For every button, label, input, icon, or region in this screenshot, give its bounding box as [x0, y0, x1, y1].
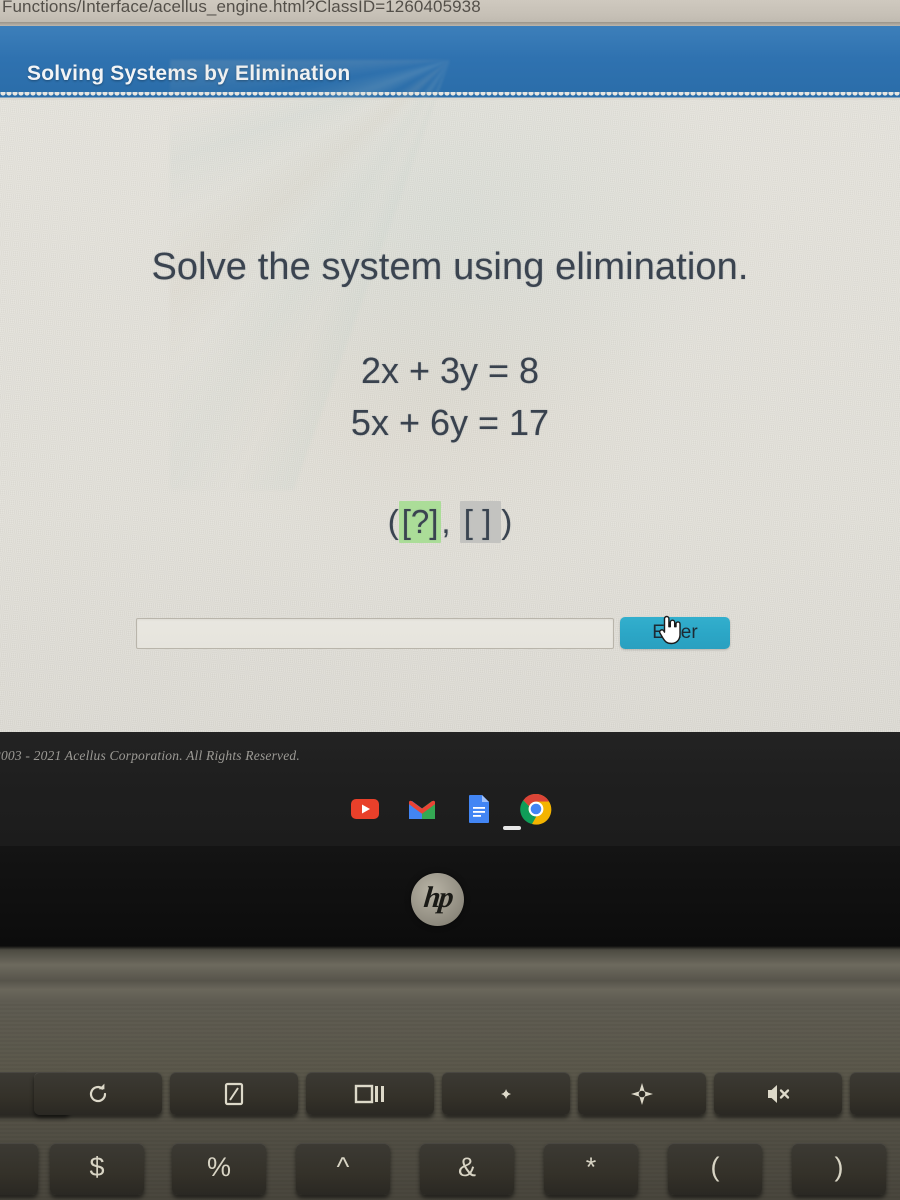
refresh-icon [89, 1083, 107, 1102]
overview-icon [354, 1084, 384, 1103]
lesson-title: Solving Systems by Elimination [27, 62, 351, 85]
refresh-key[interactable] [34, 1072, 162, 1115]
num-key-partial-left[interactable] [0, 1143, 38, 1195]
ampersand-key[interactable]: & [420, 1143, 514, 1195]
asterisk-key[interactable]: * [544, 1143, 638, 1195]
chrome-icon[interactable] [519, 792, 553, 826]
hp-logo: hp [411, 873, 464, 926]
answer-separator: , [441, 503, 451, 540]
open-paren-key-label: ( [710, 1151, 720, 1182]
mute-icon [768, 1084, 790, 1103]
equation-line-1: 2x + 3y = 8 [360, 350, 540, 391]
equation-line-2: 5x + 6y = 17 [350, 402, 550, 443]
close-paren: ) [501, 503, 513, 540]
caret-key[interactable]: ^ [296, 1143, 390, 1195]
brightness-down-key[interactable] [442, 1072, 570, 1115]
ampersand-key-label: & [457, 1151, 476, 1182]
fullscreen-icon [224, 1082, 244, 1105]
chrome-active-indicator [503, 826, 521, 830]
gmail-icon[interactable] [405, 792, 439, 826]
percent-key[interactable]: % [172, 1143, 266, 1195]
close-paren-key-label: ) [834, 1151, 844, 1182]
percent-key-label: % [206, 1151, 231, 1182]
taskbar-icon-tray [0, 786, 900, 832]
caret-key-label: ^ [336, 1151, 350, 1182]
mute-key[interactable] [714, 1072, 842, 1115]
youtube-icon[interactable] [348, 792, 382, 826]
answer-template: ([?], [ ]) [0, 501, 900, 543]
brightness-up-key[interactable] [578, 1072, 706, 1115]
screenshot-root: Functions/Interface/acellus_engine.html?… [0, 0, 900, 1200]
lesson-header-bar: Solving Systems by Elimination [0, 26, 900, 98]
asterisk-key-label: * [585, 1151, 597, 1182]
equation-system: 2x + 3y = 8 5x + 6y = 17 [0, 345, 900, 449]
open-paren-key[interactable]: ( [668, 1143, 762, 1195]
answer-blank-inactive[interactable]: [ ] [459, 501, 502, 543]
question-prompt: Solve the system using elimination. [151, 246, 749, 288]
dollar-key-label: $ [89, 1151, 105, 1182]
google-docs-icon[interactable] [462, 792, 496, 826]
brightness-low-icon [501, 1088, 512, 1099]
dollar-key[interactable]: $ [50, 1143, 144, 1195]
laptop-hinge [0, 946, 900, 1002]
close-paren-key[interactable]: ) [792, 1143, 886, 1195]
fullscreen-key[interactable] [170, 1072, 298, 1115]
enter-button[interactable]: Enter [620, 617, 730, 649]
fn-key-partial-right[interactable] [850, 1072, 900, 1115]
brightness-high-icon [631, 1082, 653, 1105]
url-text: Functions/Interface/acellus_engine.html?… [2, 0, 481, 16]
open-paren: ( [387, 503, 399, 540]
answer-blank-active[interactable]: [?] [398, 501, 442, 543]
hp-logo-text: hp [421, 881, 454, 914]
copyright-text: 2003 - 2021 Acellus Corporation. All Rig… [0, 748, 300, 763]
answer-input[interactable] [136, 618, 614, 649]
window-overview-key[interactable] [306, 1072, 434, 1115]
